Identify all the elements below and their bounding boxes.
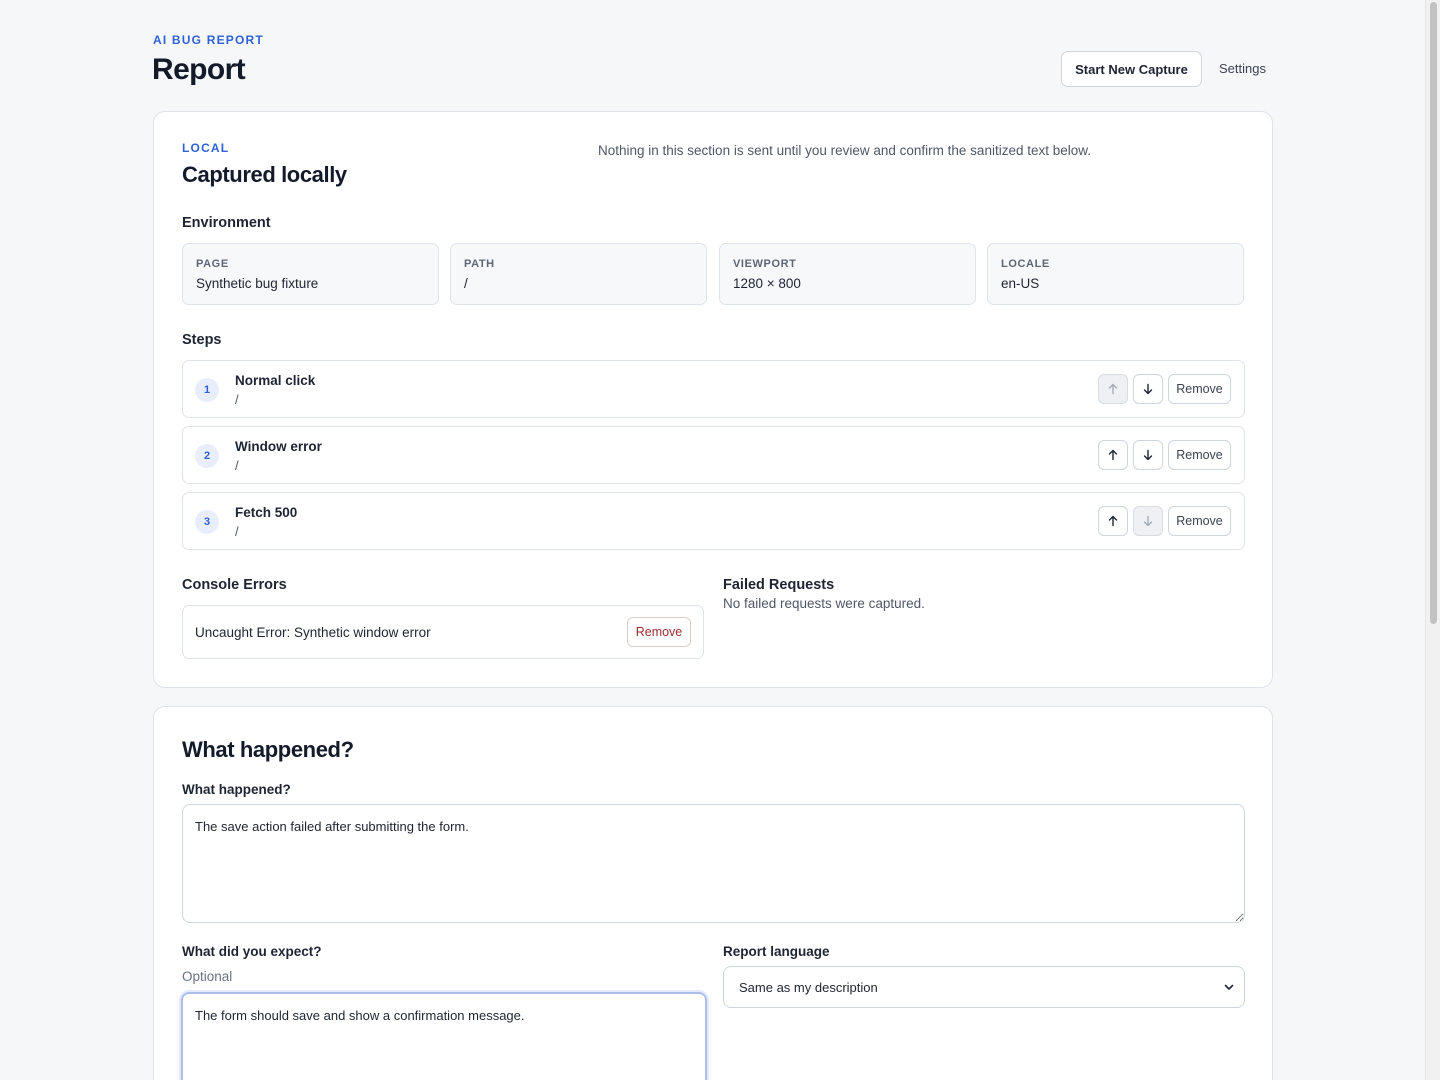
what-happened-card: What happened? What happened? The save a… [153,706,1273,1080]
privacy-notice: Nothing in this section is sent until yo… [598,143,1092,158]
environment-heading: Environment [182,215,271,231]
report-language-label: Report language [723,944,830,959]
remove-step-button[interactable]: Remove [1168,374,1231,404]
env-label: LOCALE [1001,258,1050,270]
page-scrollbar[interactable] [1425,0,1440,1080]
env-label: VIEWPORT [733,258,797,270]
step-title: Window error [235,439,322,454]
page-header: AI BUG REPORT Report Start New Capture S… [152,0,1273,111]
environment-grid: PAGE Synthetic bug fixture PATH / VIEWPO… [182,243,1245,305]
step-number: 1 [195,378,219,402]
remove-step-button[interactable]: Remove [1168,506,1231,536]
arrow-up-icon [1108,449,1118,461]
failed-requests-heading: Failed Requests [723,577,835,593]
move-down-button[interactable] [1133,440,1163,470]
page: AI BUG REPORT Report Start New Capture S… [152,0,1273,1080]
arrow-up-icon [1108,383,1118,395]
card-title: What happened? [182,737,354,762]
step-title: Normal click [235,373,316,388]
arrow-down-icon [1143,449,1153,461]
move-down-button[interactable] [1133,506,1163,536]
app-eyebrow: AI BUG REPORT [153,33,264,47]
failed-requests-empty: No failed requests were captured. [723,596,925,611]
captured-locally-card: LOCAL Captured locally Nothing in this s… [153,111,1273,688]
section-tag: LOCAL [182,141,230,155]
what-happened-field[interactable]: The save action failed after submitting … [182,804,1245,923]
step-number: 3 [195,510,219,534]
step-item: 3 Fetch 500 / Remove [182,492,1245,550]
move-up-button[interactable] [1098,506,1128,536]
remove-console-error-button[interactable]: Remove [627,617,691,647]
env-viewport: VIEWPORT 1280 × 800 [719,243,976,305]
scrollbar-thumb[interactable] [1430,2,1437,624]
start-new-capture-button[interactable]: Start New Capture [1061,51,1202,87]
what-happened-label: What happened? [182,782,291,797]
move-down-button[interactable] [1133,374,1163,404]
env-path: PATH / [450,243,707,305]
env-value: en-US [1001,276,1040,291]
env-value: / [464,276,468,291]
step-title: Fetch 500 [235,505,298,520]
step-number: 2 [195,444,219,468]
step-item: 2 Window error / Remove [182,426,1245,484]
step-path: / [235,524,239,539]
step-item: 1 Normal click / Remove [182,360,1245,418]
env-value: 1280 × 800 [733,276,801,291]
env-page: PAGE Synthetic bug fixture [182,243,439,305]
report-language-value: Same as my description [739,980,878,995]
console-error-item: Uncaught Error: Synthetic window error R… [182,605,704,659]
page-title: Report [152,53,246,86]
report-language-select[interactable]: Same as my description [723,966,1245,1008]
env-locale: LOCALE en-US [987,243,1244,305]
console-errors-heading: Console Errors [182,577,287,593]
arrow-up-icon [1108,515,1118,527]
step-path: / [235,458,239,473]
env-label: PATH [464,258,495,270]
chevron-down-icon [1224,984,1234,990]
step-path: / [235,392,239,407]
expect-label: What did you expect? [182,944,322,959]
card-title: Captured locally [182,162,347,187]
env-label: PAGE [196,258,229,270]
env-value: Synthetic bug fixture [196,276,319,291]
remove-step-button[interactable]: Remove [1168,440,1231,470]
settings-button[interactable]: Settings [1219,61,1266,76]
move-up-button[interactable] [1098,374,1128,404]
steps-heading: Steps [182,332,222,348]
optional-hint: Optional [182,969,233,984]
console-error-text: Uncaught Error: Synthetic window error [195,625,431,640]
arrow-down-icon [1143,515,1153,527]
move-up-button[interactable] [1098,440,1128,470]
arrow-down-icon [1143,383,1153,395]
expect-field[interactable]: The form should save and show a confirma… [181,992,707,1080]
